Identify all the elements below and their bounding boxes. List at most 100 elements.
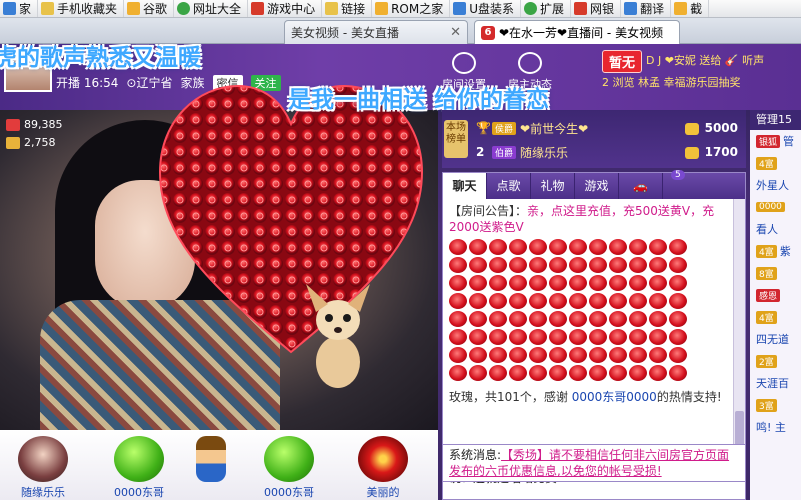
gift-sender-3[interactable]	[176, 436, 246, 484]
list-item[interactable]: 感恩	[750, 284, 801, 306]
close-icon[interactable]: ✕	[446, 25, 461, 40]
avatar	[196, 436, 226, 482]
tab-gifts[interactable]: 礼物	[531, 173, 575, 199]
level-badge: 4富	[756, 156, 777, 170]
rose-icon	[609, 293, 627, 309]
live-room: 开播 16:54 ⊙辽宁省 家族 密信 关注 房间设置 房主动态 暂无 D J …	[0, 44, 801, 500]
ranking-row-2[interactable]: 2 伯爵 随缘乐乐 1700	[476, 140, 738, 164]
bookmark-extensions[interactable]: 扩展	[521, 0, 572, 17]
rose-icon	[529, 257, 547, 273]
bookmark-rom[interactable]: ROM之家	[372, 0, 451, 17]
rose-icon	[649, 257, 667, 273]
list-item[interactable]: 鸣! 主	[750, 416, 801, 438]
tab-beauty-video[interactable]: 美女视频 - 美女直播 ✕	[284, 20, 468, 44]
alien-avatar-icon	[114, 436, 164, 482]
rose-icon	[589, 257, 607, 273]
gift-sender-4[interactable]: 0000东哥	[254, 436, 324, 500]
coin-icon	[684, 122, 699, 135]
rose-icon	[469, 275, 487, 291]
translate-icon	[624, 2, 638, 15]
rose-icon	[669, 347, 687, 363]
rose-icon	[449, 311, 467, 327]
scrollbar-thumb[interactable]	[735, 411, 744, 447]
rose-icon	[469, 257, 487, 273]
gift-marquee: D J ❤安妮 送给 🎸 听声	[646, 54, 765, 67]
rose-icon	[469, 311, 487, 327]
gift-sender-2[interactable]: 0000东哥	[104, 436, 174, 500]
admin-list-title: 管理15	[750, 110, 801, 130]
gift-sender-1[interactable]: 随缘乐乐	[8, 436, 78, 500]
room-notice[interactable]: 【房间公告】：亲，点这里充值，充500送黄V，充2000送紫色V	[449, 203, 727, 235]
rose-icon	[629, 257, 647, 273]
gift-marquee-2: 2 浏览 林孟 幸福游乐园抽奖	[602, 76, 741, 89]
chat-tabs: 聊天 点歌 礼物 游戏 🚗 5	[443, 170, 745, 199]
list-item[interactable]: 4富	[750, 306, 801, 328]
rose-icon	[609, 365, 627, 381]
bookmark-home[interactable]: 家	[0, 0, 39, 17]
bookmark-mobile-favorites[interactable]: 手机收藏夹	[38, 0, 125, 17]
rose-icon	[669, 311, 687, 327]
gift-sender-5[interactable]: 美丽的	[348, 436, 418, 500]
trophy-icon: 🏆	[476, 121, 491, 135]
rose-icon	[569, 329, 587, 345]
list-item[interactable]: 天涯百	[750, 372, 801, 394]
rose-icon	[569, 347, 587, 363]
rose-icon	[609, 329, 627, 345]
level-badge: 感恩	[756, 288, 781, 302]
rose-icon	[469, 329, 487, 345]
rose-icon	[449, 347, 467, 363]
rose-icon	[569, 311, 587, 327]
rose-icon	[529, 347, 547, 363]
rose-icon	[449, 329, 467, 345]
list-item[interactable]: 2富	[750, 350, 801, 372]
rose-icon	[649, 365, 667, 381]
bookmark-game-center[interactable]: 游戏中心	[248, 0, 323, 17]
rose-icon	[569, 365, 587, 381]
list-item[interactable]: 4富紫	[750, 240, 801, 262]
level-badge: 银狐	[756, 134, 781, 148]
browser-tab-strip: 美女视频 - 美女直播 ✕ 6 ❤在水一芳❤直播间 - 美女视频	[0, 18, 801, 44]
bookmark-usb[interactable]: U盘装系	[450, 0, 522, 17]
list-item[interactable]: 四无道	[750, 328, 801, 350]
rose-icon	[449, 239, 467, 255]
tab-chat[interactable]: 聊天	[443, 173, 487, 199]
bookmark-screenshot[interactable]: 截	[671, 0, 710, 17]
rose-icon	[649, 347, 667, 363]
rose-icon	[589, 275, 607, 291]
rose-icon	[669, 365, 687, 381]
bookmark-translate[interactable]: 翻译	[621, 0, 672, 17]
list-item[interactable]: 看人	[750, 218, 801, 240]
rose-icon	[469, 365, 487, 381]
list-item[interactable]: 0000	[750, 196, 801, 218]
list-item[interactable]: 外星人	[750, 174, 801, 196]
user-icon	[518, 52, 542, 74]
chat-scrollbar[interactable]	[733, 199, 745, 461]
level-badge: 2富	[756, 354, 777, 368]
coin-icon	[684, 146, 699, 159]
bank-icon	[574, 2, 588, 15]
rose-icon	[549, 347, 567, 363]
chihuahua-effect	[306, 284, 370, 388]
rose-icon	[649, 239, 667, 255]
list-item[interactable]: 银狐管	[750, 130, 801, 152]
rose-icon	[529, 329, 547, 345]
tab-cars[interactable]: 🚗	[619, 173, 663, 199]
tab-song-request[interactable]: 点歌	[487, 173, 531, 199]
rose-icon	[509, 293, 527, 309]
list-item[interactable]: 8富	[750, 262, 801, 284]
rose-icon	[669, 257, 687, 273]
bookmark-portal[interactable]: 网址大全	[174, 0, 249, 17]
bookmark-bank[interactable]: 网银	[571, 0, 622, 17]
list-item[interactable]: 4富	[750, 152, 801, 174]
ranking-row-1[interactable]: 🏆 侯爵 ❤前世今生❤ 5000	[476, 116, 738, 140]
user-list: 银狐管 4富 外星人 0000 看人 4富紫 8富 感恩 4富 四无道 2富 天涯百 3富 鸣! 主	[750, 130, 801, 438]
rose-icon	[489, 347, 507, 363]
list-item[interactable]: 3富	[750, 394, 801, 416]
rose-icon	[669, 329, 687, 345]
bookmark-google[interactable]: 谷歌	[124, 0, 175, 17]
ranking-panel: 本场榜单 🏆 侯爵 ❤前世今生❤ 5000 2 伯爵 随缘乐乐 1700	[442, 110, 746, 168]
tab-games[interactable]: 游戏	[575, 173, 619, 199]
tab-live-room[interactable]: 6 ❤在水一芳❤直播间 - 美女视频	[474, 20, 680, 44]
bookmark-links[interactable]: 链接	[322, 0, 373, 17]
chat-messages: 【房间公告】：亲，点这里充值，充500送黄V，充2000送紫色V 玫瑰，共101…	[443, 199, 733, 461]
